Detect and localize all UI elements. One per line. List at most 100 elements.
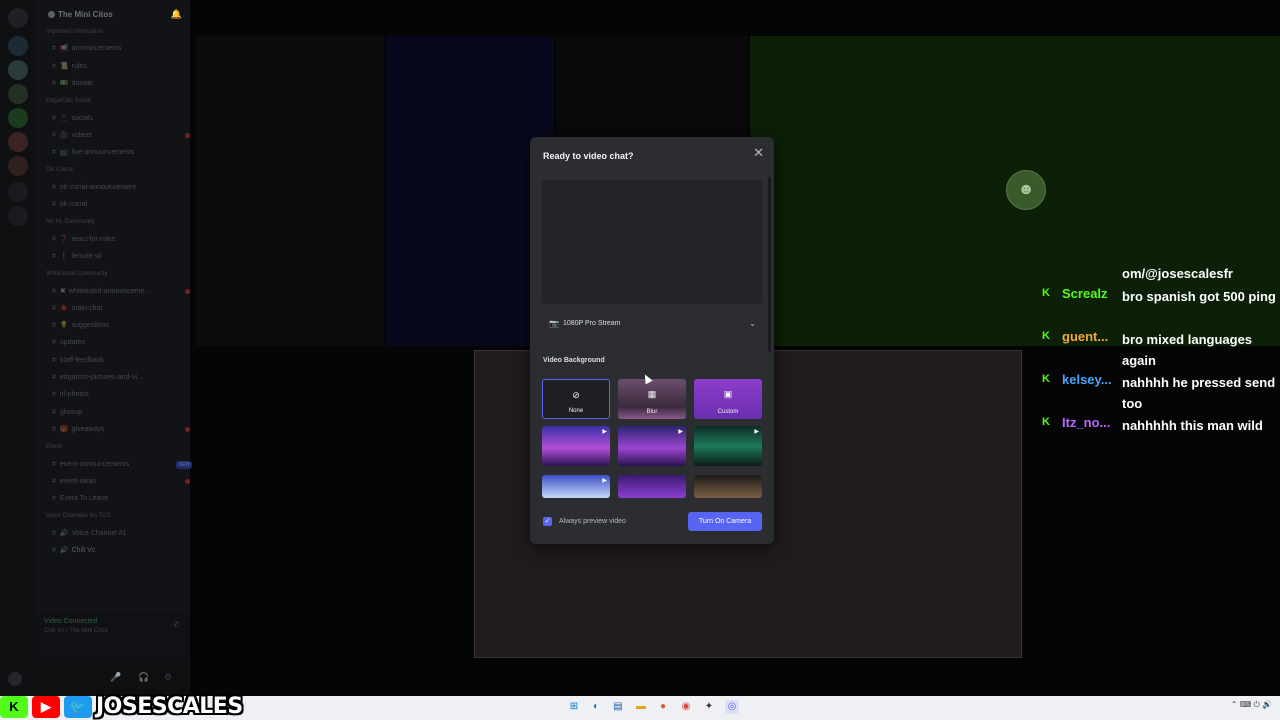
app-icon[interactable]: ✦ bbox=[702, 700, 716, 714]
folder-icon[interactable]: ▬ bbox=[634, 700, 648, 714]
channel-item[interactable]: # edgarcito-pictures-and-vi... bbox=[40, 371, 198, 385]
store-icon[interactable]: ▤ bbox=[611, 700, 625, 714]
channel-item[interactable]: # ok-corral-announcement bbox=[40, 181, 198, 195]
hash-icon: # bbox=[52, 408, 56, 416]
mute-icon[interactable]: 🎤 bbox=[110, 672, 121, 683]
channel-item[interactable]: # ❓ react-for-roles bbox=[40, 233, 198, 247]
always-preview-checkbox[interactable]: ✓ bbox=[543, 517, 552, 526]
user-panel: 🎤 🎧 ⚙ bbox=[0, 662, 190, 696]
channel-item[interactable]: # 📱 socials bbox=[40, 112, 198, 126]
channel-list: The Mini Citos 🔔 Important Information # 📢… bbox=[36, 0, 192, 696]
channel-item[interactable]: # 📢 announcements bbox=[40, 42, 198, 56]
video-tile[interactable] bbox=[196, 36, 384, 346]
channel-category[interactable]: OK Corral bbox=[40, 163, 192, 177]
channel-emoji-icon: ❓ bbox=[59, 235, 69, 243]
background-option-custom[interactable]: ▣ Custom bbox=[694, 379, 762, 419]
avatar[interactable] bbox=[8, 672, 22, 686]
channel-item[interactable]: # irl-photos bbox=[40, 388, 198, 402]
background-scene-thumbnail[interactable]: ▶ bbox=[542, 475, 610, 498]
category-label: Whitelisted Community bbox=[46, 271, 108, 278]
background-option-blur[interactable]: ▦ Blur bbox=[618, 379, 686, 419]
channel-item[interactable]: # ✖ whitelisted-announceme... bbox=[40, 285, 198, 299]
channel-item[interactable]: # 📜 rules bbox=[40, 60, 198, 74]
hash-icon: # bbox=[52, 529, 56, 537]
channel-item[interactable]: # glowup bbox=[40, 406, 198, 420]
server-name[interactable]: The Mini Citos bbox=[58, 10, 113, 19]
server-icon[interactable] bbox=[8, 132, 28, 152]
channel-item[interactable]: # event-ideas bbox=[40, 475, 198, 489]
background-scene-thumbnail[interactable]: ▶ bbox=[618, 426, 686, 466]
channel-emoji-icon: 📢 bbox=[59, 45, 69, 53]
channel-label: edgarcito-pictures-and-vi... bbox=[59, 374, 143, 381]
channel-label: giveaways bbox=[71, 425, 105, 433]
background-scene-thumbnail[interactable]: ▶ bbox=[694, 426, 762, 466]
background-scene-thumbnail[interactable] bbox=[694, 475, 762, 498]
system-tray[interactable]: ⌃ ⌨ ⏻ 🔊 bbox=[1231, 700, 1272, 710]
background-option-label: Custom bbox=[717, 409, 739, 415]
server-icon[interactable] bbox=[8, 84, 28, 104]
channel-category[interactable]: Whitelisted Community bbox=[40, 267, 192, 281]
server-icon[interactable] bbox=[8, 156, 28, 176]
settings-icon[interactable]: ⚙ bbox=[164, 672, 172, 683]
channel-item[interactable]: # 🎁 giveaways bbox=[40, 423, 198, 437]
kick-badge-icon: K bbox=[1042, 287, 1050, 299]
channel-label: Event To Leave bbox=[59, 495, 109, 503]
home-icon[interactable] bbox=[8, 8, 28, 28]
channel-emoji-icon: 🔊 bbox=[59, 529, 69, 537]
channel-category[interactable]: Important Information bbox=[40, 25, 192, 39]
notification-icon[interactable]: 🔔 bbox=[171, 9, 182, 20]
edge-icon[interactable]: ◐ bbox=[589, 700, 603, 714]
discord-icon[interactable]: ◎ bbox=[725, 700, 739, 714]
server-icon[interactable] bbox=[8, 60, 28, 80]
server-icon[interactable] bbox=[8, 108, 28, 128]
close-icon[interactable]: ✕ bbox=[753, 145, 764, 161]
channel-item[interactable]: # ok-corral bbox=[40, 198, 198, 212]
disconnect-icon[interactable]: ✆ bbox=[173, 620, 180, 629]
turn-on-camera-button[interactable]: Turn On Camera bbox=[688, 512, 762, 531]
chrome-icon[interactable]: ◉ bbox=[679, 700, 693, 714]
twitter-logo-icon: 🐦 bbox=[64, 695, 92, 718]
background-scene-thumbnail[interactable]: ▶ bbox=[542, 426, 610, 466]
server-icon[interactable] bbox=[8, 36, 28, 56]
channel-category[interactable]: Voice Channels No TOS bbox=[40, 509, 192, 523]
deafen-icon[interactable]: 🎧 bbox=[138, 672, 149, 683]
channel-item[interactable]: # 🍁 main-chat bbox=[40, 302, 198, 316]
none-icon: ⊘ bbox=[572, 390, 580, 400]
scrollbar[interactable] bbox=[768, 177, 771, 352]
channel-item[interactable]: # staff-feedback bbox=[40, 354, 198, 368]
channel-label: main-chat bbox=[71, 304, 103, 312]
video-tile[interactable] bbox=[386, 36, 554, 346]
channel-label: react-for-roles bbox=[71, 235, 116, 243]
channel-item[interactable]: # updates bbox=[40, 336, 198, 350]
channel-label: Chill Vc bbox=[71, 547, 96, 554]
chat-message: K Itz_no... nahhhhh this man wild bbox=[1040, 415, 1280, 437]
unread-badge bbox=[185, 288, 190, 294]
channel-category[interactable]: EdgarCito Social bbox=[40, 94, 192, 108]
background-option-none[interactable]: ⊘ None bbox=[542, 379, 610, 419]
hash-icon: # bbox=[52, 287, 56, 295]
windows-start-icon[interactable]: ⊞ bbox=[567, 700, 581, 714]
channel-item[interactable]: # 🔊 Chill Vc bbox=[40, 544, 198, 558]
channel-emoji-icon: 💵 bbox=[59, 79, 69, 87]
channel-item[interactable]: # 🎥 videos bbox=[40, 129, 198, 143]
channel-item[interactable]: # 🔊 Voice Channel #1 bbox=[40, 527, 198, 541]
channel-item[interactable]: # 💵 donate bbox=[40, 77, 198, 91]
channel-category[interactable]: Event bbox=[40, 440, 192, 454]
camera-select[interactable]: 📷 1080P Pro Stream ⌄ bbox=[542, 317, 762, 331]
channel-label: announcements bbox=[71, 45, 122, 53]
chat-message: K Screalz bro spanish got 500 ping bbox=[1040, 286, 1280, 328]
discover-icon[interactable] bbox=[8, 206, 28, 226]
channel-label: female-wl bbox=[71, 252, 102, 260]
channel-item[interactable]: # event-announcements NEW bbox=[40, 458, 198, 472]
background-scene-thumbnail[interactable] bbox=[618, 475, 686, 498]
channel-item[interactable]: # Event To Leave bbox=[40, 492, 198, 506]
play-icon: ▶ bbox=[678, 429, 683, 435]
youtube-logo-icon: ▶ bbox=[32, 695, 60, 718]
add-server-icon[interactable] bbox=[8, 182, 28, 202]
channel-item[interactable]: # 📺 live-announcements bbox=[40, 146, 198, 160]
channel-category[interactable]: No HL Community bbox=[40, 215, 192, 229]
channel-label: updates bbox=[59, 339, 85, 347]
channel-item[interactable]: # ❗ female-wl bbox=[40, 250, 198, 264]
channel-item[interactable]: # 💡 suggestions bbox=[40, 319, 198, 333]
firefox-icon[interactable]: ● bbox=[656, 700, 670, 714]
